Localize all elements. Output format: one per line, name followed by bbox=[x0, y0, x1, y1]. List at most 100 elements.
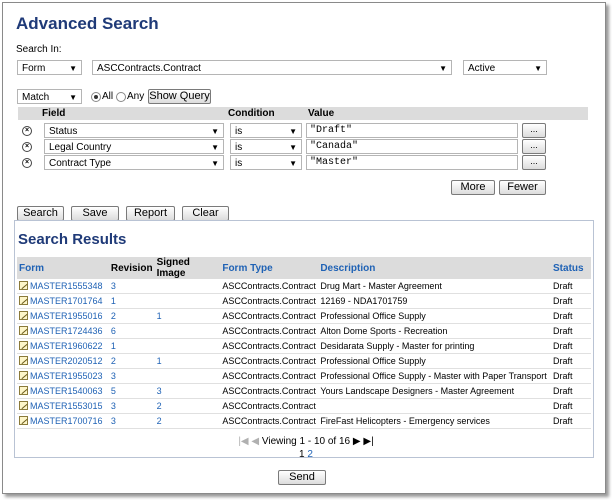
revision-link[interactable]: 6 bbox=[111, 326, 116, 336]
send-button[interactable]: Send bbox=[278, 470, 326, 485]
form-link[interactable]: MASTER2020512 bbox=[30, 356, 103, 366]
edit-form-icon[interactable] bbox=[19, 281, 28, 290]
status-select[interactable]: Active ▼ bbox=[463, 60, 547, 75]
criterion-condition-select[interactable]: is ▼ bbox=[230, 155, 302, 170]
clear-button[interactable]: Clear bbox=[182, 206, 229, 221]
form-column-header[interactable]: Form bbox=[17, 257, 109, 279]
edit-form-icon[interactable] bbox=[19, 356, 28, 365]
report-button[interactable]: Report bbox=[126, 206, 175, 221]
edit-form-icon[interactable] bbox=[19, 371, 28, 380]
description-column-header[interactable]: Description bbox=[318, 257, 552, 279]
status-cell: Draft bbox=[553, 371, 573, 381]
revision-link[interactable]: 5 bbox=[111, 386, 116, 396]
remove-criterion-icon[interactable]: × bbox=[22, 158, 32, 168]
chevron-down-icon: ▼ bbox=[289, 143, 297, 152]
form-link[interactable]: MASTER1553015 bbox=[30, 401, 103, 411]
table-row[interactable]: MASTER1724436 6 ASCContracts.Contract Alton… bbox=[17, 323, 591, 339]
show-query-button[interactable]: Show Query bbox=[148, 89, 211, 104]
criterion-condition-select[interactable]: is ▼ bbox=[230, 123, 302, 138]
criterion-field-select[interactable]: Status ▼ bbox=[44, 123, 224, 138]
edit-form-icon[interactable] bbox=[19, 296, 28, 305]
match-mode-value: Match bbox=[22, 92, 50, 103]
remove-criterion-icon[interactable]: × bbox=[22, 126, 32, 136]
signed-image-link[interactable]: 1 bbox=[157, 311, 162, 321]
page-2-link[interactable]: 2 bbox=[307, 449, 313, 460]
signed-image-link[interactable]: 3 bbox=[157, 386, 162, 396]
match-all-radio[interactable] bbox=[91, 92, 101, 102]
more-button[interactable]: More bbox=[451, 180, 495, 195]
match-any-radio[interactable] bbox=[116, 92, 126, 102]
table-row[interactable]: MASTER1700716 3 2 ASCContracts.Contract Fire… bbox=[17, 413, 591, 429]
form-type-cell: ASCContracts.Contract bbox=[222, 356, 316, 366]
value-column-header: Value bbox=[308, 108, 335, 119]
form-link[interactable]: MASTER1724436 bbox=[30, 326, 103, 336]
revision-link[interactable]: 3 bbox=[111, 371, 116, 381]
table-row[interactable]: MASTER1555348 3 ASCContracts.Contract Drug … bbox=[17, 279, 591, 294]
criterion-value-input[interactable]: "Master" bbox=[306, 155, 518, 170]
match-mode-select[interactable]: Match ▼ bbox=[17, 89, 82, 104]
criterion-value-input[interactable]: "Canada" bbox=[306, 139, 518, 154]
signed-image-link[interactable]: 2 bbox=[157, 416, 162, 426]
criterion-browse-button[interactable]: ... bbox=[522, 155, 546, 170]
edit-form-icon[interactable] bbox=[19, 386, 28, 395]
chevron-down-icon: ▼ bbox=[289, 159, 297, 168]
form-link[interactable]: MASTER1955016 bbox=[30, 311, 103, 321]
criterion-browse-button[interactable]: ... bbox=[522, 123, 546, 138]
search-scope-select[interactable]: Form ▼ bbox=[17, 60, 82, 75]
criterion-field-select[interactable]: Legal Country ▼ bbox=[44, 139, 224, 154]
search-button[interactable]: Search bbox=[17, 206, 64, 221]
criterion-browse-button[interactable]: ... bbox=[522, 139, 546, 154]
form-type-select[interactable]: ASCContracts.Contract ▼ bbox=[92, 60, 452, 75]
edit-form-icon[interactable] bbox=[19, 416, 28, 425]
status-cell: Draft bbox=[553, 281, 573, 291]
form-link[interactable]: MASTER1955023 bbox=[30, 371, 103, 381]
revision-link[interactable]: 3 bbox=[111, 401, 116, 411]
criterion-condition-select[interactable]: is ▼ bbox=[230, 139, 302, 154]
form-link[interactable]: MASTER1555348 bbox=[30, 281, 103, 291]
form-type-cell: ASCContracts.Contract bbox=[222, 326, 316, 336]
table-row[interactable]: MASTER1955016 2 1 ASCContracts.Contract Prof… bbox=[17, 308, 591, 324]
revision-link[interactable]: 3 bbox=[111, 416, 116, 426]
table-row[interactable]: MASTER1540063 5 3 ASCContracts.Contract Your… bbox=[17, 383, 591, 399]
edit-form-icon[interactable] bbox=[19, 311, 28, 320]
edit-form-icon[interactable] bbox=[19, 401, 28, 410]
status-cell: Draft bbox=[553, 341, 573, 351]
save-button[interactable]: Save bbox=[71, 206, 119, 221]
last-page-icon[interactable]: ▶| bbox=[363, 436, 373, 447]
revision-link[interactable]: 2 bbox=[111, 311, 116, 321]
viewing-range: Viewing 1 - 10 of 16 bbox=[261, 436, 351, 447]
next-page-icon[interactable]: ▶ bbox=[353, 436, 361, 447]
signed-image-link[interactable]: 1 bbox=[157, 356, 162, 366]
edit-form-icon[interactable] bbox=[19, 326, 28, 335]
criterion-field-select[interactable]: Contract Type ▼ bbox=[44, 155, 224, 170]
criterion-condition-value: is bbox=[235, 158, 243, 169]
table-row[interactable]: MASTER1553015 3 2 ASCContracts.Contract Draf… bbox=[17, 398, 591, 414]
status-cell: Draft bbox=[553, 416, 573, 426]
table-row[interactable]: MASTER1955023 3 ASCContracts.Contract Profe… bbox=[17, 368, 591, 384]
criterion-value-input[interactable]: "Draft" bbox=[306, 123, 518, 138]
revision-link[interactable]: 1 bbox=[111, 341, 116, 351]
table-row[interactable]: MASTER1960622 1 ASCContracts.Contract Desid… bbox=[17, 338, 591, 354]
description-cell: Drug Mart - Master Agreement bbox=[320, 281, 442, 291]
table-row[interactable]: MASTER1701764 1 ASCContracts.Contract 12169… bbox=[17, 293, 591, 309]
form-type-cell: ASCContracts.Contract bbox=[222, 371, 316, 381]
form-link[interactable]: MASTER1700716 bbox=[30, 416, 103, 426]
form-type-cell: ASCContracts.Contract bbox=[222, 416, 316, 426]
fewer-button[interactable]: Fewer bbox=[499, 180, 546, 195]
status-column-header[interactable]: Status bbox=[551, 257, 591, 279]
signed-image-link[interactable]: 2 bbox=[157, 401, 162, 411]
form-link[interactable]: MASTER1701764 bbox=[30, 296, 103, 306]
revision-link[interactable]: 3 bbox=[111, 281, 116, 291]
form-link[interactable]: MASTER1540063 bbox=[30, 386, 103, 396]
form-link[interactable]: MASTER1960622 bbox=[30, 341, 103, 351]
chevron-down-icon: ▼ bbox=[534, 64, 542, 73]
revision-link[interactable]: 2 bbox=[111, 356, 116, 366]
table-row[interactable]: MASTER2020512 2 1 ASCContracts.Contract Prof… bbox=[17, 353, 591, 369]
chevron-down-icon: ▼ bbox=[211, 127, 219, 136]
revision-link[interactable]: 1 bbox=[111, 296, 116, 306]
edit-form-icon[interactable] bbox=[19, 341, 28, 350]
form-type-column-header[interactable]: Form Type bbox=[220, 257, 319, 279]
first-page-icon: |◀ bbox=[238, 436, 249, 447]
pagination: |◀ ◀ Viewing 1 - 10 of 16 ▶ ▶| bbox=[0, 436, 612, 447]
remove-criterion-icon[interactable]: × bbox=[22, 142, 32, 152]
